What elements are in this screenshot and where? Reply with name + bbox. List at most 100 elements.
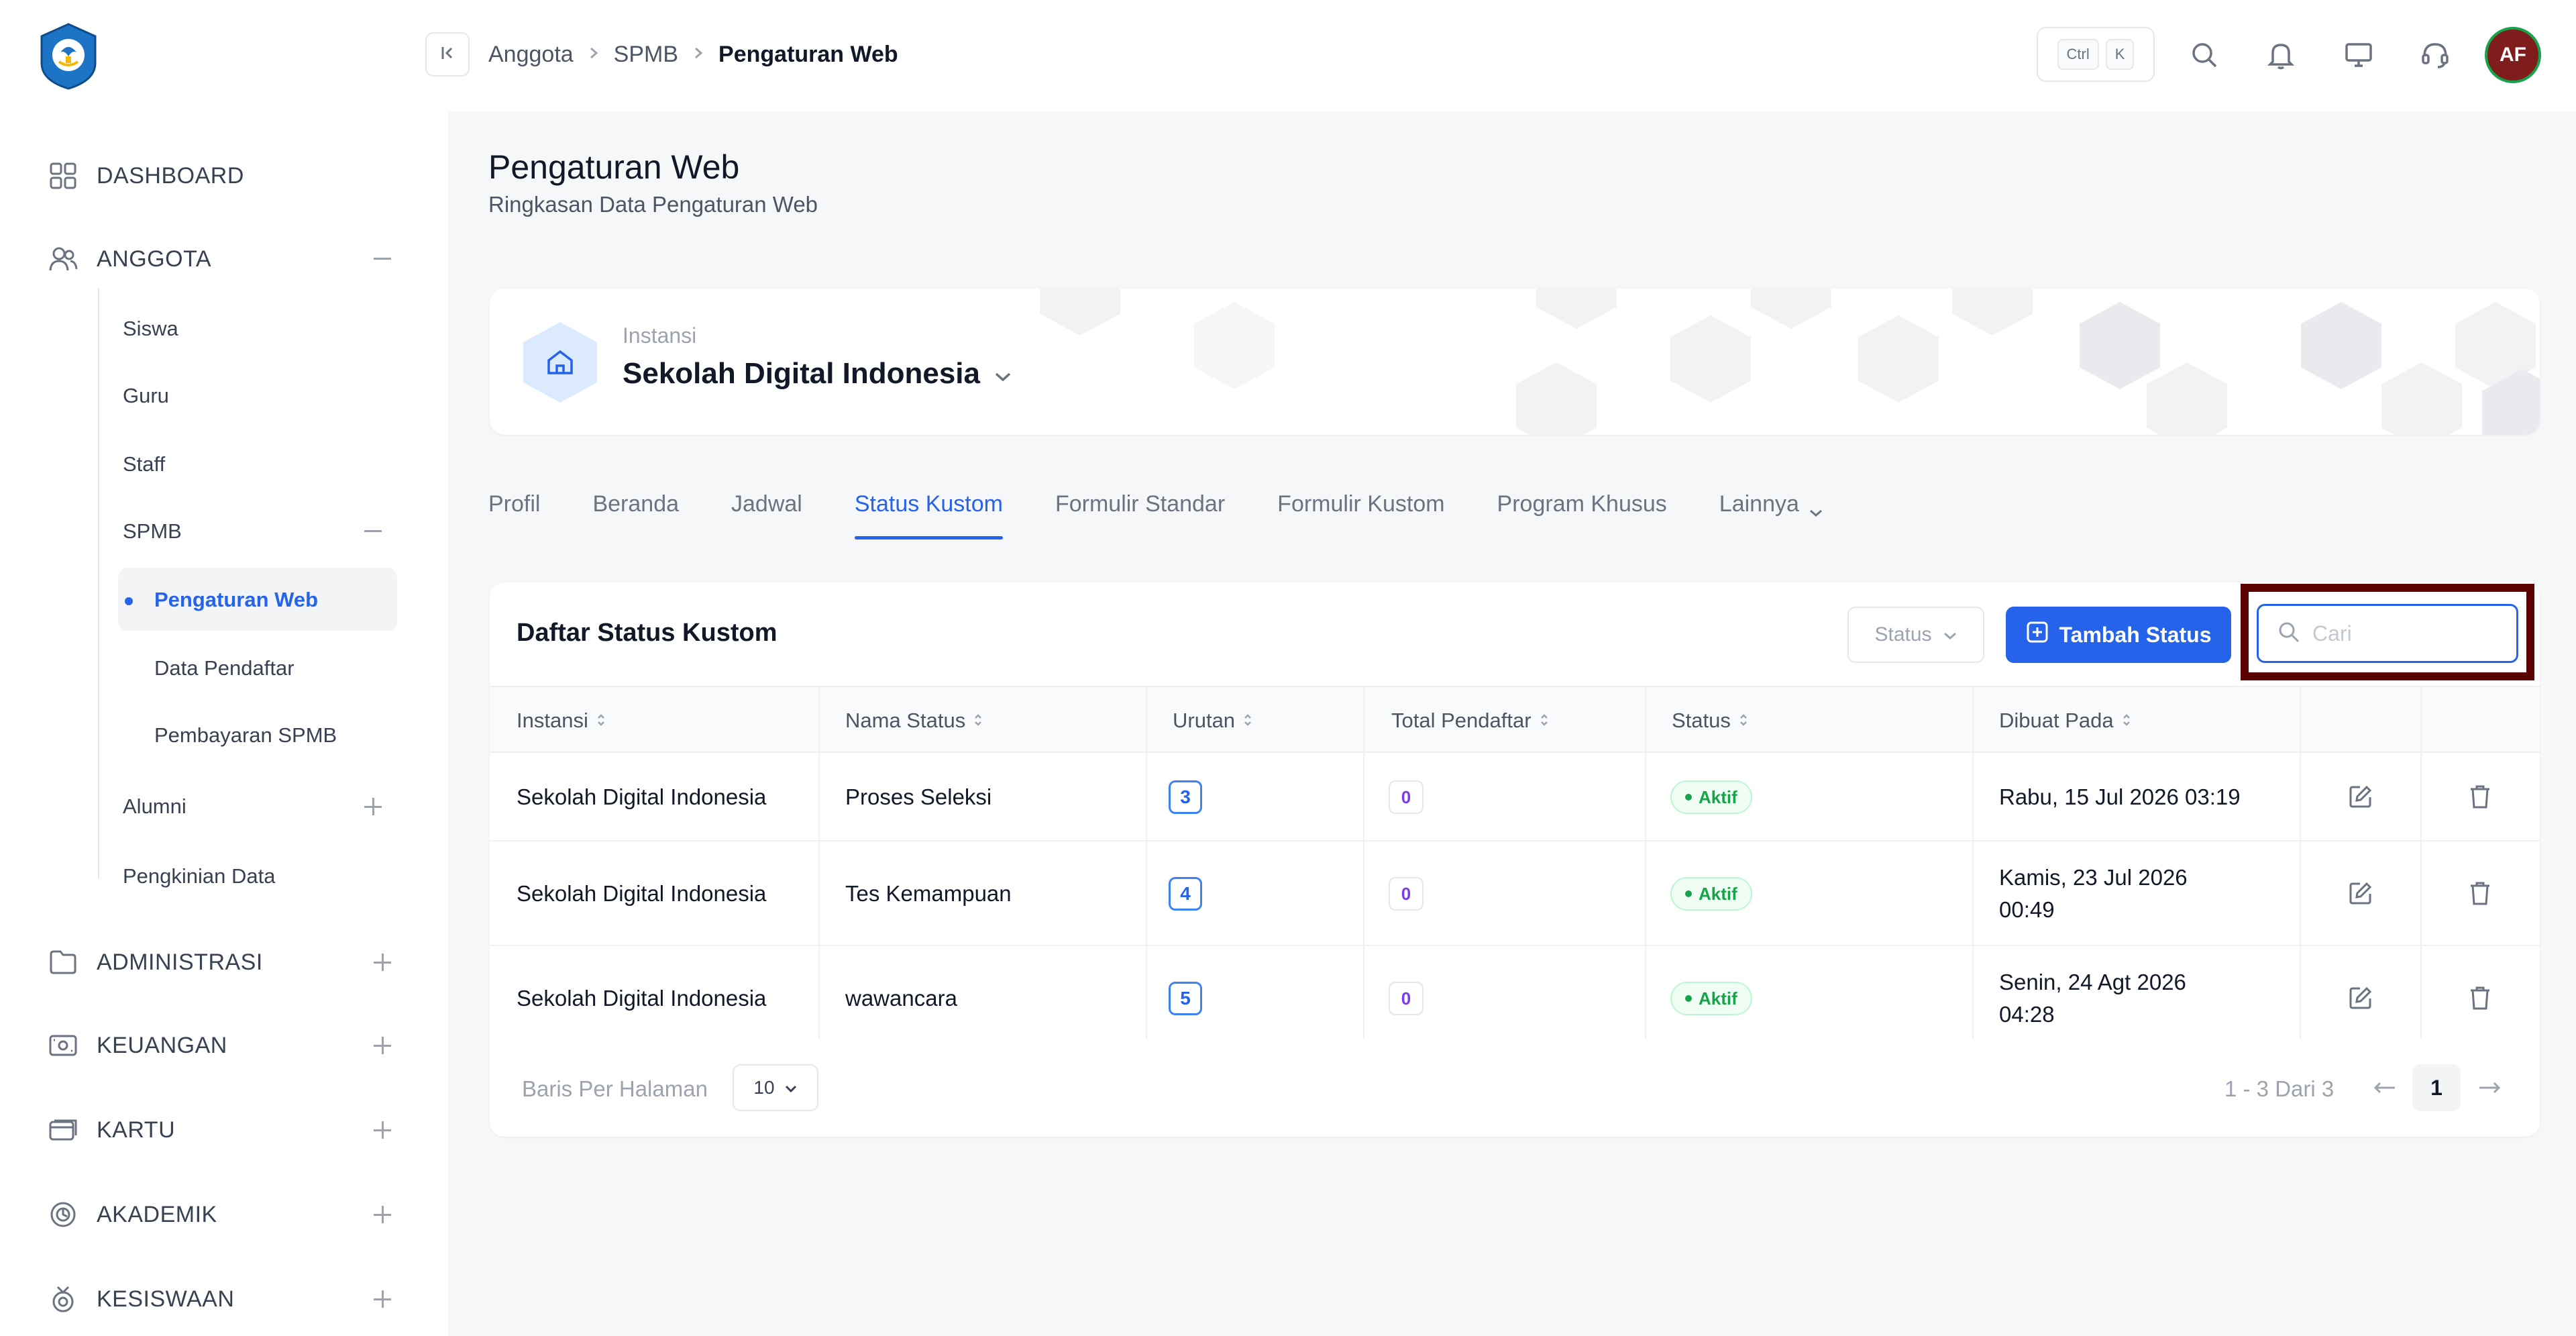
collapse-minus-icon[interactable] bbox=[360, 518, 386, 545]
status-filter-select[interactable]: Status bbox=[1847, 607, 1984, 663]
command-shortcut-button[interactable]: Ctrl K bbox=[2037, 27, 2155, 82]
search-field[interactable] bbox=[2257, 604, 2518, 663]
col-nama-status[interactable]: Nama Status bbox=[845, 687, 983, 754]
cell-urutan: 5 bbox=[1169, 946, 1202, 1051]
plus-square-icon bbox=[2026, 621, 2049, 649]
expand-plus-icon[interactable] bbox=[369, 1117, 396, 1143]
sidebar-item-guru[interactable]: Guru bbox=[123, 377, 169, 415]
tab-jadwal[interactable]: Jadwal bbox=[731, 483, 802, 544]
col-label: Total Pendaftar bbox=[1391, 709, 1532, 732]
prev-page-button[interactable] bbox=[2368, 1072, 2402, 1106]
col-total-pendaftar[interactable]: Total Pendaftar bbox=[1391, 687, 1549, 754]
sort-icon bbox=[973, 709, 983, 733]
sidebar-item-staff[interactable]: Staff bbox=[123, 446, 165, 483]
expand-plus-icon[interactable] bbox=[360, 793, 386, 820]
tab-beranda[interactable]: Beranda bbox=[592, 483, 679, 544]
app-logo[interactable] bbox=[35, 21, 102, 91]
next-page-button[interactable] bbox=[2473, 1072, 2506, 1106]
nav-akademik[interactable]: AKADEMIK bbox=[47, 1194, 396, 1235]
nav-kartu-label: KARTU bbox=[97, 1117, 176, 1143]
search-icon[interactable] bbox=[2184, 35, 2224, 75]
col-instansi[interactable]: Instansi bbox=[517, 687, 606, 754]
cell-nama-status: Tes Kemampuan bbox=[845, 881, 1012, 906]
col-label: Dibuat Pada bbox=[1999, 709, 2114, 732]
tab-status-kustom[interactable]: Status Kustom bbox=[854, 483, 1004, 544]
page-number-button[interactable]: 1 bbox=[2412, 1064, 2461, 1111]
tab-label: Status Kustom bbox=[854, 491, 1003, 517]
nav-keuangan-label: KEUANGAN bbox=[97, 1032, 227, 1058]
cell-instansi: Sekolah Digital Indonesia bbox=[517, 881, 767, 906]
total-badge: 0 bbox=[1389, 780, 1424, 814]
tab-formulir-standar[interactable]: Formulir Standar bbox=[1055, 483, 1225, 544]
decor-hexagon bbox=[2080, 302, 2160, 389]
edit-icon bbox=[2348, 784, 2373, 813]
delete-button[interactable] bbox=[2462, 876, 2498, 913]
trash-icon bbox=[2469, 880, 2491, 909]
nav-keuangan[interactable]: KEUANGAN bbox=[47, 1025, 396, 1066]
sidebar-item-data-pendaftar[interactable]: Data Pendaftar bbox=[154, 650, 294, 687]
nav-kartu[interactable]: KARTU bbox=[47, 1110, 396, 1150]
instansi-select[interactable]: Sekolah Digital Indonesia bbox=[623, 357, 1012, 391]
bell-icon[interactable] bbox=[2261, 35, 2301, 75]
sidebar-item-alumni[interactable]: Alumni bbox=[123, 788, 186, 825]
sidebar-item-pembayaran-spmb[interactable]: Pembayaran SPMB bbox=[154, 717, 337, 754]
nav-administrasi[interactable]: ADMINISTRASI bbox=[47, 942, 396, 982]
edit-button[interactable] bbox=[2343, 981, 2379, 1017]
delete-button[interactable] bbox=[2462, 981, 2498, 1017]
col-status[interactable]: Status bbox=[1672, 687, 1748, 754]
table-header: Instansi Nama Status Urutan Total Pendaf… bbox=[490, 686, 2540, 753]
decor-hexagon bbox=[2147, 362, 2227, 435]
sort-icon bbox=[1739, 709, 1748, 733]
sidebar-item-pengkinian-data[interactable]: Pengkinian Data bbox=[123, 858, 276, 895]
expand-plus-icon[interactable] bbox=[369, 1032, 396, 1059]
expand-plus-icon[interactable] bbox=[369, 1286, 396, 1313]
tab-label: Program Khusus bbox=[1497, 491, 1667, 517]
badge-icon bbox=[47, 1198, 79, 1231]
tab-profil[interactable]: Profil bbox=[488, 483, 540, 544]
user-avatar[interactable]: AF bbox=[2485, 27, 2541, 83]
trash-icon bbox=[2469, 985, 2491, 1014]
collapse-minus-icon[interactable] bbox=[369, 246, 396, 272]
status-text: Aktif bbox=[1699, 988, 1737, 1009]
sidebar-item-siswa[interactable]: Siswa bbox=[123, 310, 178, 348]
decor-hexagon bbox=[2301, 302, 2381, 389]
time-line: 04:28 bbox=[1999, 1002, 2055, 1027]
status-dot bbox=[1685, 995, 1692, 1002]
cell-status: Aktif bbox=[1670, 841, 1752, 946]
monitor-icon[interactable] bbox=[2339, 35, 2379, 75]
decor-hexagon bbox=[2381, 362, 2462, 435]
expand-plus-icon[interactable] bbox=[369, 1201, 396, 1228]
total-badge: 0 bbox=[1389, 877, 1424, 911]
tab-label: Profil bbox=[488, 491, 541, 517]
tab-formulir-kustom[interactable]: Formulir Kustom bbox=[1277, 483, 1444, 544]
tab-program-khusus[interactable]: Program Khusus bbox=[1497, 483, 1667, 544]
nav-anggota[interactable]: ANGGOTA bbox=[47, 239, 396, 279]
instansi-label: Instansi bbox=[623, 323, 697, 348]
grid-icon bbox=[47, 160, 79, 192]
sidebar-collapse-button[interactable] bbox=[425, 32, 470, 76]
sidebar-item-pengaturan-web-label[interactable]: Pengaturan Web bbox=[154, 581, 318, 619]
breadcrumb-spmb[interactable]: SPMB bbox=[614, 42, 678, 68]
expand-plus-icon[interactable] bbox=[369, 949, 396, 976]
search-input[interactable] bbox=[2312, 621, 2514, 646]
rows-per-page-select[interactable]: 10 bbox=[733, 1064, 818, 1111]
tab-lainnya[interactable]: Lainnya bbox=[1719, 483, 1823, 544]
col-urutan[interactable]: Urutan bbox=[1173, 687, 1252, 754]
cell-urutan: 4 bbox=[1169, 841, 1202, 946]
decor-hexagon bbox=[1751, 289, 1831, 329]
headset-icon[interactable] bbox=[2415, 35, 2455, 75]
breadcrumb-anggota[interactable]: Anggota bbox=[488, 42, 574, 68]
delete-button[interactable] bbox=[2462, 780, 2498, 816]
col-dibuat-pada[interactable]: Dibuat Pada bbox=[1999, 687, 2131, 754]
edit-button[interactable] bbox=[2343, 876, 2379, 913]
status-badge: Aktif bbox=[1670, 780, 1752, 814]
tab-label: Beranda bbox=[592, 491, 680, 517]
edit-button[interactable] bbox=[2343, 780, 2379, 816]
nav-dashboard[interactable]: DASHBOARD bbox=[47, 156, 396, 196]
sidebar-item-spmb[interactable]: SPMB bbox=[123, 513, 182, 550]
sort-icon bbox=[1540, 709, 1549, 733]
nav-kesiswaan[interactable]: KESISWAAN bbox=[47, 1279, 396, 1319]
chevron-down-icon bbox=[994, 357, 1012, 391]
add-status-button[interactable]: Tambah Status bbox=[2006, 607, 2231, 663]
cell-total: 0 bbox=[1389, 946, 1424, 1051]
